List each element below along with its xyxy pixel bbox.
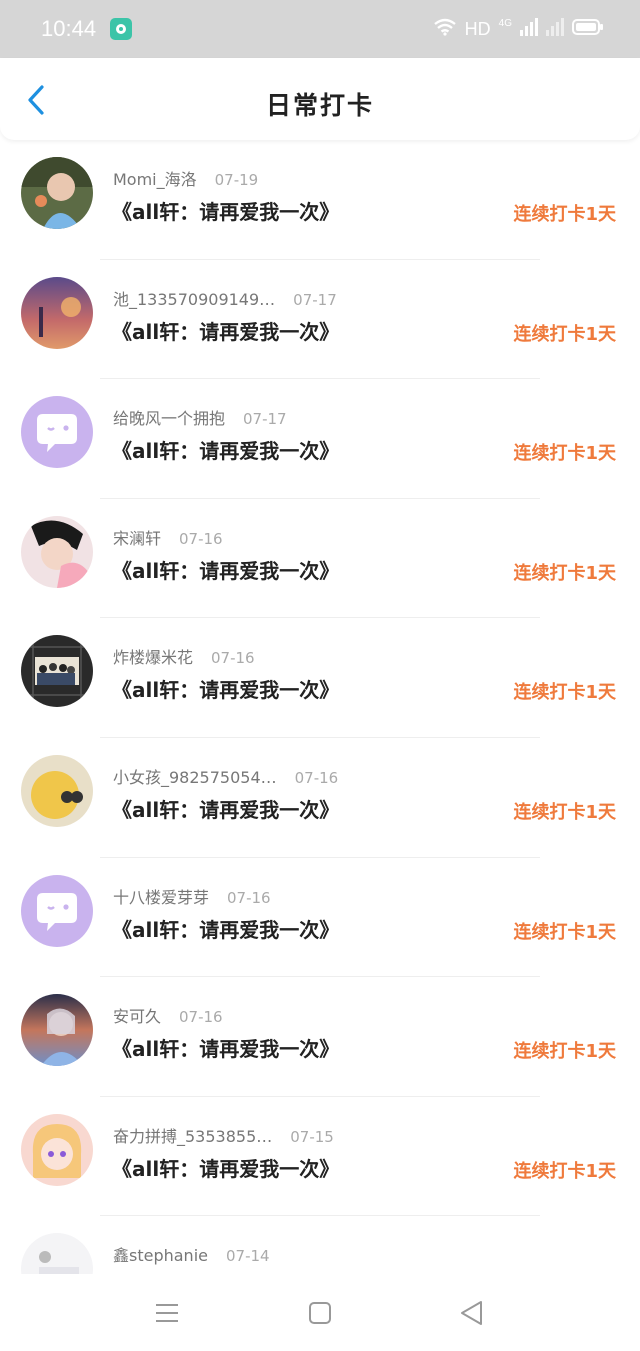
menu-icon <box>156 1304 178 1322</box>
book-title[interactable]: 《all轩：请再爱我一次》 <box>112 674 339 703</box>
user-name[interactable]: 炸楼爆米花 <box>113 644 193 668</box>
checkin-date: 07-16 <box>294 768 339 787</box>
chat-app-icon <box>110 18 133 40</box>
menu-button[interactable] <box>152 1298 182 1328</box>
network-type: HD <box>464 18 491 39</box>
book-title[interactable]: 《all轩：请再爱我一次》 <box>112 316 339 345</box>
list-item[interactable]: 安可久 07-16 《all轩：请再爱我一次》 连续打卡1天 <box>0 977 640 1097</box>
checkin-date: 07-16 <box>179 529 223 548</box>
user-name[interactable]: 奋力拼搏_5353855… <box>113 1123 272 1147</box>
signal-type: 4G <box>498 17 512 29</box>
book-title[interactable]: 《all轩：请再爱我一次》 <box>112 1033 339 1062</box>
default-avatar-icon <box>21 396 93 469</box>
signal-icon <box>520 18 538 40</box>
list-item[interactable]: Momi_海洛 07-19 《all轩：请再爱我一次》 连续打卡1天 <box>0 140 640 260</box>
list-item[interactable]: 炸楼爆米花 07-16 《all轩：请再爱我一次》 连续打卡1天 <box>0 618 640 738</box>
user-name[interactable]: 小女孩_982575054… <box>113 764 277 788</box>
checkin-date: 07-16 <box>211 649 255 668</box>
avatar[interactable] <box>21 635 93 708</box>
streak-label: 连续打卡1天 <box>513 1041 616 1063</box>
checkin-date: 07-16 <box>179 1008 223 1027</box>
list-item[interactable]: 给晚风一个拥抱 07-17 《all轩：请再爱我一次》 连续打卡1天 <box>0 379 640 499</box>
signal-icon-secondary <box>546 18 564 40</box>
checkin-date: 07-17 <box>243 410 287 429</box>
back-nav-button[interactable] <box>457 1298 487 1328</box>
book-title[interactable]: 《all轩：请再爱我一次》 <box>112 1153 339 1182</box>
list-item[interactable]: 鑫stephanie 07-14 <box>0 1216 640 1274</box>
avatar[interactable] <box>21 994 93 1067</box>
avatar[interactable] <box>21 157 93 229</box>
list-item[interactable]: 池_133570909149… 07-17 《all轩：请再爱我一次》 连续打卡1… <box>0 260 640 380</box>
checkin-date: 07-16 <box>227 888 271 907</box>
streak-label: 连续打卡1天 <box>513 323 616 345</box>
streak-label: 连续打卡1天 <box>513 443 616 465</box>
avatar[interactable] <box>21 874 93 947</box>
page-title: 日常打卡 <box>265 91 374 120</box>
user-name[interactable]: 十八楼爱芽芽 <box>113 884 209 908</box>
checkin-date: 07-19 <box>214 171 259 189</box>
home-button[interactable] <box>305 1298 335 1328</box>
avatar[interactable] <box>21 1113 93 1186</box>
avatar[interactable] <box>21 515 93 588</box>
user-name[interactable]: 鑫stephanie <box>113 1242 208 1266</box>
battery-icon <box>572 18 604 40</box>
list-item[interactable]: 奋力拼搏_5353855… 07-15 《all轩：请再爱我一次》 连续打卡1天 <box>0 1097 640 1217</box>
user-name[interactable]: 宋澜轩 <box>113 525 161 549</box>
user-name[interactable]: 给晚风一个拥抱 <box>113 405 225 429</box>
user-name[interactable]: Momi_海洛 <box>113 166 197 190</box>
book-title[interactable]: 《all轩：请再爱我一次》 <box>112 435 339 464</box>
streak-label: 连续打卡1天 <box>513 682 616 704</box>
book-title[interactable]: 《all轩：请再爱我一次》 <box>112 794 339 823</box>
wifi-icon <box>433 18 457 40</box>
streak-label: 连续打卡1天 <box>513 204 616 225</box>
avatar[interactable] <box>21 1233 93 1274</box>
checkin-date: 07-15 <box>290 1127 334 1146</box>
user-name[interactable]: 池_133570909149… <box>113 286 275 310</box>
status-bar: 10:44 HD 4G <box>0 0 640 58</box>
list-item[interactable]: 宋澜轩 07-16 《all轩：请再爱我一次》 连续打卡1天 <box>0 499 640 619</box>
system-nav-bar <box>0 1274 640 1351</box>
avatar[interactable] <box>21 276 93 349</box>
default-avatar-icon <box>21 874 93 947</box>
status-time: 10:44 <box>41 16 97 41</box>
avatar[interactable] <box>21 396 93 469</box>
triangle-back-icon <box>461 1301 482 1325</box>
list-item[interactable]: 小女孩_982575054… 07-16 《all轩：请再爱我一次》 连续打卡1天 <box>0 738 640 858</box>
square-icon <box>309 1302 331 1324</box>
streak-label: 连续打卡1天 <box>513 562 616 584</box>
avatar[interactable] <box>21 754 93 827</box>
streak-label: 连续打卡1天 <box>513 1160 616 1182</box>
book-title[interactable]: 《all轩：请再爱我一次》 <box>112 196 339 225</box>
book-title[interactable]: 《all轩：请再爱我一次》 <box>112 914 339 943</box>
checkin-date: 07-17 <box>293 290 337 309</box>
checkin-date: 07-14 <box>226 1247 270 1266</box>
checkin-list[interactable]: Momi_海洛 07-19 《all轩：请再爱我一次》 连续打卡1天 池_1335… <box>0 140 640 1274</box>
list-item[interactable]: 十八楼爱芽芽 07-16 《all轩：请再爱我一次》 连续打卡1天 <box>0 858 640 978</box>
streak-label: 连续打卡1天 <box>513 801 616 823</box>
header: 日常打卡 <box>0 58 640 140</box>
book-title[interactable]: 《all轩：请再爱我一次》 <box>112 555 339 584</box>
user-name[interactable]: 安可久 <box>113 1003 161 1027</box>
streak-label: 连续打卡1天 <box>513 921 616 943</box>
